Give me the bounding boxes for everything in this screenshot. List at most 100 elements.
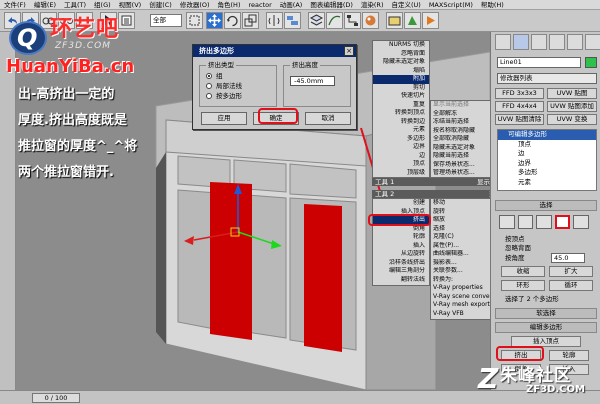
menu-item[interactable]: 渲染(R)	[357, 0, 388, 9]
uvw-clear-button[interactable]: UVW 贴图清除	[495, 114, 544, 125]
select-and-rotate-icon[interactable]	[224, 12, 241, 29]
close-icon[interactable]: ×	[344, 46, 354, 56]
curve-editor-icon[interactable]	[326, 12, 343, 29]
quad-menu-item[interactable]: 全部取消隐藏	[431, 135, 493, 144]
quad-menu-item[interactable]: 隐藏未选定对象	[373, 58, 429, 67]
menu-item[interactable]: 文件(F)	[0, 0, 30, 9]
ffd2-button[interactable]: FFD 4x4x4	[495, 101, 544, 112]
quad-menu-item[interactable]: 翻转法线	[373, 276, 429, 285]
motion-tab-icon[interactable]	[549, 34, 565, 50]
uvw-add-button[interactable]: UVW 贴图添加	[547, 101, 597, 112]
display-tab-icon[interactable]	[567, 34, 583, 50]
cancel-button[interactable]: 取消	[305, 112, 351, 125]
quad-menu-item[interactable]: 附加	[373, 75, 429, 84]
extrusion-type-option[interactable]: 组	[206, 72, 223, 80]
menu-item[interactable]: 帮助(H)	[477, 0, 508, 9]
quad-menu-item[interactable]: 创建	[373, 199, 429, 208]
rendered-frame-icon[interactable]	[404, 12, 421, 29]
create-tab-icon[interactable]	[495, 34, 511, 50]
quad-menu-item[interactable]: 剪切	[373, 84, 429, 93]
stack-item[interactable]: 边	[498, 149, 596, 159]
hierarchy-tab-icon[interactable]	[531, 34, 547, 50]
quad-menu-item[interactable]: 轮廓	[373, 233, 429, 242]
object-name-field[interactable]: Line01	[497, 57, 581, 68]
modifier-list-dropdown[interactable]: 修改器列表	[497, 73, 597, 84]
quad-menu-item[interactable]: 顶层级	[373, 169, 429, 178]
by-vertex-checkbox[interactable]: 按顶点	[505, 235, 525, 243]
menu-item[interactable]: MAXScript(M)	[425, 0, 477, 9]
quad-menu-item[interactable]: 塌陷	[373, 67, 429, 76]
menu-item[interactable]: 修改器(O)	[176, 0, 214, 9]
quad-menu-item[interactable]: 隐藏未选定对象	[431, 144, 493, 153]
layer-manager-icon[interactable]	[308, 12, 325, 29]
stack-item[interactable]: 元素	[498, 178, 596, 188]
select-by-name-icon[interactable]	[118, 12, 135, 29]
edit-polygons-rollout[interactable]: 编辑多边形	[495, 322, 597, 333]
ring-button[interactable]: 环形	[501, 280, 545, 291]
vertex-subobject-icon[interactable]	[499, 215, 515, 229]
menu-item[interactable]: 动画(A)	[276, 0, 307, 9]
menu-item[interactable]: reactor	[244, 0, 275, 9]
quad-menu-item[interactable]: 转换到边	[373, 118, 429, 127]
modifier-stack[interactable]: 可编辑多边形 顶点边边界 多边形 元素	[497, 129, 597, 191]
align-icon[interactable]	[284, 12, 301, 29]
rectangle-selection-icon[interactable]	[186, 12, 203, 29]
utilities-tab-icon[interactable]	[585, 34, 600, 50]
quad-menu-item[interactable]: 转换到顶点	[373, 109, 429, 118]
radio-button-icon[interactable]	[206, 93, 212, 99]
quad-menu-item[interactable]: 按名称取消隐藏	[431, 127, 493, 136]
quad-menu-item[interactable]: NURMS 切换	[373, 41, 429, 50]
border-subobject-icon[interactable]	[536, 215, 552, 229]
selection-rollout[interactable]: 选择	[495, 200, 597, 211]
radio-button-icon[interactable]	[206, 73, 212, 79]
time-slider-frame[interactable]: 0 / 100	[32, 393, 80, 403]
stack-item[interactable]: 边界	[498, 159, 596, 169]
quad-menu-item[interactable]: 多边形	[373, 135, 429, 144]
edge-subobject-icon[interactable]	[517, 215, 534, 229]
quad-menu-item[interactable]: 隐藏当前选择	[431, 152, 493, 161]
quick-render-icon[interactable]	[422, 12, 439, 29]
ignore-backface-checkbox[interactable]: 忽略背面	[505, 244, 531, 252]
object-color-swatch[interactable]	[585, 57, 597, 68]
menu-item[interactable]: 自定义(U)	[387, 0, 424, 9]
apply-button[interactable]: 应用	[201, 112, 247, 125]
menu-item[interactable]: 角色(H)	[214, 0, 245, 9]
loop-button[interactable]: 循环	[549, 280, 593, 291]
quad-menu-item[interactable]: 重复	[373, 101, 429, 110]
stack-item[interactable]: 多边形	[498, 168, 596, 178]
schematic-view-icon[interactable]	[344, 12, 361, 29]
soft-selection-rollout[interactable]: 软选择	[495, 308, 597, 319]
select-and-move-icon[interactable]	[206, 12, 223, 29]
menu-item[interactable]: 创建(C)	[145, 0, 176, 9]
menu-item[interactable]: 组(G)	[90, 0, 115, 9]
quad-menu-item[interactable]: 编辑三角剖分	[373, 267, 429, 276]
radio-button-icon[interactable]	[206, 83, 212, 89]
modify-tab-icon[interactable]	[513, 34, 529, 50]
stack-item[interactable]: 顶点	[498, 140, 596, 150]
menu-item[interactable]: 工具(T)	[60, 0, 90, 9]
angle-spinner[interactable]: 45.0	[551, 253, 585, 263]
uvw-xform-button[interactable]: UVW 变换	[547, 114, 597, 125]
material-editor-icon[interactable]	[362, 12, 379, 29]
quad-menu-item[interactable]: 沿样条线挤出	[373, 259, 429, 268]
mirror-icon[interactable]	[266, 12, 283, 29]
stack-item[interactable]: 可编辑多边形	[498, 130, 596, 140]
quad-menu-item[interactable]: 管理场景状态...	[431, 169, 493, 178]
selection-filter-dropdown[interactable]: 全部	[150, 14, 182, 27]
menu-item[interactable]: 编辑(E)	[30, 0, 60, 9]
polygon-subobject-icon[interactable]	[554, 215, 571, 229]
quad-menu-item[interactable]: 顶点	[373, 160, 429, 169]
quad-menu-item[interactable]: 边界	[373, 143, 429, 152]
quad-menu-item[interactable]: 插入	[373, 242, 429, 251]
select-and-scale-icon[interactable]	[242, 12, 259, 29]
extrusion-type-option[interactable]: 局部法线	[206, 82, 242, 90]
menu-item[interactable]: 图表编辑器(D)	[306, 0, 357, 9]
ffd-button[interactable]: FFD 3x3x3	[495, 88, 544, 99]
quad-menu-item[interactable]: 忽略背面	[373, 50, 429, 59]
quad-menu-item[interactable]: 保存场景状态...	[431, 161, 493, 170]
quad-menu-item[interactable]: 边	[373, 152, 429, 161]
quad-menu-item[interactable]: 冻结当前选择	[431, 118, 493, 127]
shrink-button[interactable]: 收缩	[501, 266, 545, 277]
element-subobject-icon[interactable]	[573, 215, 590, 229]
uvw-map-button[interactable]: UVW 贴图	[547, 88, 597, 99]
